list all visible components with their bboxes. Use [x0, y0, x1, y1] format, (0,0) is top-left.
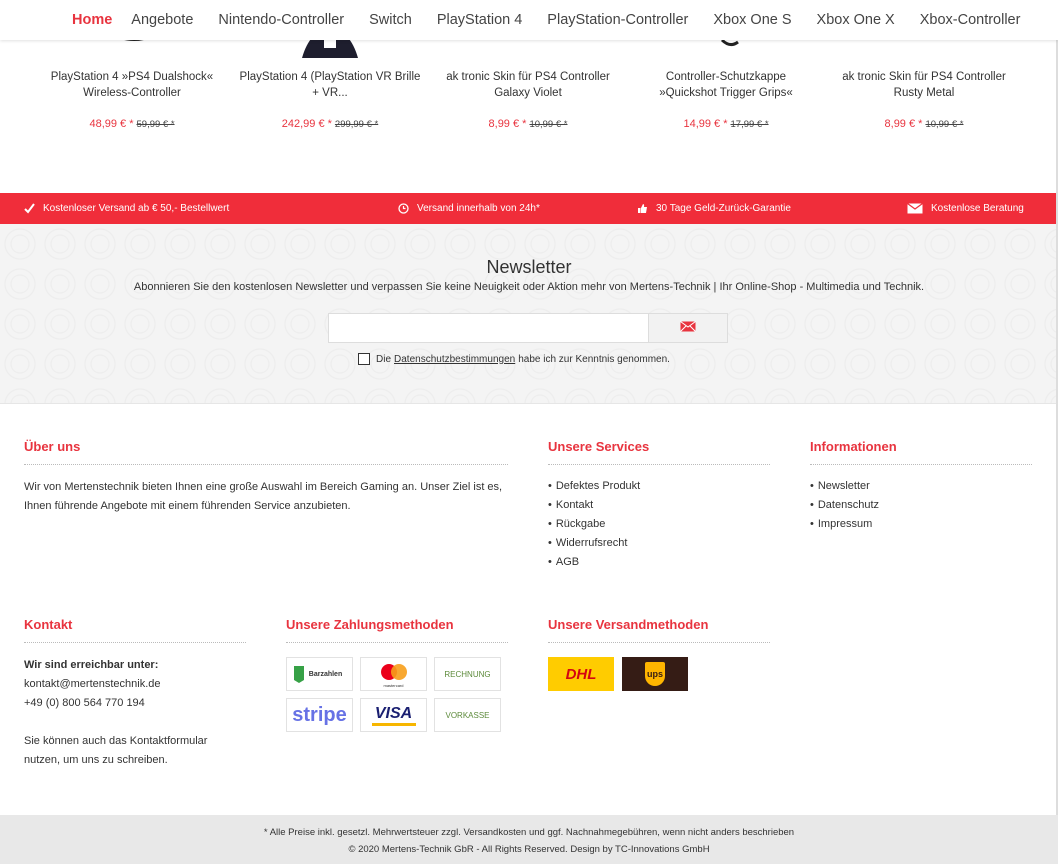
ups-shield-icon: ups [645, 662, 665, 686]
usp-bar: Kostenloser Versand ab € 50,- Bestellwer… [0, 193, 1058, 224]
shipping-ups-logo: ups [622, 657, 688, 691]
usp-free-shipping: Kostenloser Versand ab € 50,- Bestellwer… [24, 193, 229, 224]
product-title[interactable]: Controller-Schutzkappe »Quickshot Trigger… [628, 69, 824, 101]
payment-mastercard: mastercard [360, 657, 427, 691]
vat-note: * Alle Preise inkl. gesetzl. Mehrwertste… [263, 827, 795, 838]
nav-item-xbox-controller[interactable]: Xbox-Controller [920, 12, 1021, 28]
product-title[interactable]: PlayStation 4 (PlayStation VR Brille + VR… [232, 69, 428, 101]
thumbs-up-icon [637, 203, 648, 214]
shipping-label: ups [646, 669, 663, 679]
footer-contact-heading: Kontakt [24, 617, 246, 643]
product-price: 14,99 € * 17,99 € * [683, 118, 769, 130]
product-price: 8,99 € * 10,99 € * [488, 118, 568, 130]
usp-text: 30 Tage Geld-Zurück-Garantie [656, 203, 791, 214]
newsletter-title: Newsletter [486, 257, 572, 277]
newsletter-subtitle: Abonnieren Sie den kostenlosen Newslette… [133, 281, 925, 293]
footer-about-heading: Über uns [24, 439, 508, 465]
footer-link-rueckgabe[interactable]: Rückgabe [548, 515, 770, 534]
product-price: 8,99 € * 10,99 € * [884, 118, 964, 130]
footer-payment-heading: Unsere Zahlungsmethoden [286, 617, 508, 643]
visa-stripe [371, 722, 416, 726]
envelope-icon [907, 203, 923, 214]
privacy-prefix: Die [376, 353, 392, 365]
contact-reach-label: Wir sind erreichbar unter: [24, 659, 159, 671]
payment-rechnung: RECHNUNG [434, 657, 501, 691]
privacy-suffix: habe ich zur Kenntnis genommen. [518, 353, 670, 365]
footer-about: Über uns Wir von Mertenstechnik bieten I… [24, 439, 508, 516]
usp-money-back: 30 Tage Geld-Zurück-Garantie [637, 193, 791, 224]
payment-label: VISA [374, 704, 413, 722]
contact-form-text: Sie können auch das Kontaktformular nutz… [24, 735, 208, 766]
footer-link-widerrufsrecht[interactable]: Widerrufsrecht [548, 534, 770, 553]
payment-visa: VISA [360, 698, 427, 732]
payment-vorkasse: VORKASSE [434, 698, 501, 732]
shipping-dhl-logo: DHL [548, 657, 614, 691]
payment-label: mastercard [383, 682, 404, 688]
nav-item-nintendo-controller[interactable]: Nintendo-Controller [218, 12, 344, 28]
footer-services: Unsere Services Defektes Produkt Kontakt… [548, 439, 770, 572]
footer-shipping-heading: Unsere Versandmethoden [548, 617, 770, 643]
copyright: © 2020 Mertens-Technik GbR - All Rights … [348, 844, 710, 855]
shipping-label: DHL [565, 665, 597, 683]
footer-information: Informationen Newsletter Datenschutz Imp… [810, 439, 1032, 534]
privacy-link[interactable]: Datenschutzbestimmungen [394, 354, 515, 365]
contact-phone: +49 (0) 800 564 770 194 [24, 697, 145, 709]
payment-barzahlen: Barzahlen [286, 657, 353, 691]
footer-info-heading: Informationen [810, 439, 1032, 465]
newsletter-submit-button[interactable] [648, 313, 728, 343]
payment-stripe: stripe [286, 698, 353, 732]
privacy-checkbox[interactable] [358, 353, 370, 365]
footer-link-agb[interactable]: AGB [548, 553, 770, 572]
product-price: 242,99 € * 299,99 € * [281, 118, 379, 130]
footer-shipping: Unsere Versandmethoden DHL ups [548, 617, 770, 691]
footer-link-kontakt[interactable]: Kontakt [548, 496, 770, 515]
product-title[interactable]: PlayStation 4 »PS4 Dualshock« Wireless-Co… [34, 69, 230, 101]
nav-item-playstation-controller[interactable]: PlayStation-Controller [547, 12, 688, 28]
footer-services-heading: Unsere Services [548, 439, 770, 465]
product-title[interactable]: ak tronic Skin für PS4 Controller Galaxy … [430, 69, 626, 101]
checkmark-icon [24, 203, 35, 214]
product-title[interactable]: ak tronic Skin für PS4 Controller Rusty M… [826, 69, 1022, 101]
footer-link-datenschutz[interactable]: Datenschutz [810, 496, 1032, 515]
footer-link-newsletter[interactable]: Newsletter [810, 477, 1032, 496]
newsletter-section: Newsletter Abonnieren Sie den kostenlose… [0, 224, 1058, 404]
usp-text: Kostenloser Versand ab € 50,- Bestellwer… [43, 203, 230, 214]
nav-item-switch[interactable]: Switch [369, 12, 412, 28]
usp-consulting: Kostenlose Beratung [907, 193, 1024, 224]
newsletter-email-input[interactable] [328, 313, 649, 343]
usp-text: Versand innerhalb von 24h* [417, 203, 540, 214]
nav-item-playstation-4[interactable]: PlayStation 4 [437, 12, 522, 28]
usp-text: Kostenlose Beratung [931, 203, 1024, 214]
contact-email-link[interactable]: kontakt@mertenstechnik.de [24, 675, 246, 694]
footer-link-defektes-produkt[interactable]: Defektes Produkt [548, 477, 770, 496]
product-price: 48,99 € * 59,99 € * [89, 118, 175, 130]
usp-delivery-time: Versand innerhalb von 24h* [398, 193, 540, 224]
footer-payment: Unsere Zahlungsmethoden Barzahlen master… [286, 617, 508, 732]
footer-about-text: Wir von Mertenstechnik bieten Ihnen eine… [24, 481, 503, 512]
envelope-icon [680, 319, 696, 337]
nav-item-home[interactable]: Home [72, 12, 112, 28]
privacy-consent: Die Datenschutzbestimmungen habe ich zur… [358, 353, 670, 365]
legal-footer: * Alle Preise inkl. gesetzl. Mehrwertste… [0, 815, 1058, 864]
payment-label: Barzahlen [308, 670, 343, 678]
clock-icon [398, 203, 409, 214]
footer-contact: Kontakt Wir sind erreichbar unter: konta… [24, 617, 246, 770]
payment-label: stripe [292, 703, 347, 726]
nav-item-xbox-one-x[interactable]: Xbox One X [817, 12, 895, 28]
main-navigation: Home Angebote Nintendo-Controller Switch… [0, 0, 1058, 40]
nav-item-xbox-one-s[interactable]: Xbox One S [713, 12, 791, 28]
nav-item-angebote[interactable]: Angebote [131, 12, 193, 28]
footer-link-impressum[interactable]: Impressum [810, 515, 1032, 534]
